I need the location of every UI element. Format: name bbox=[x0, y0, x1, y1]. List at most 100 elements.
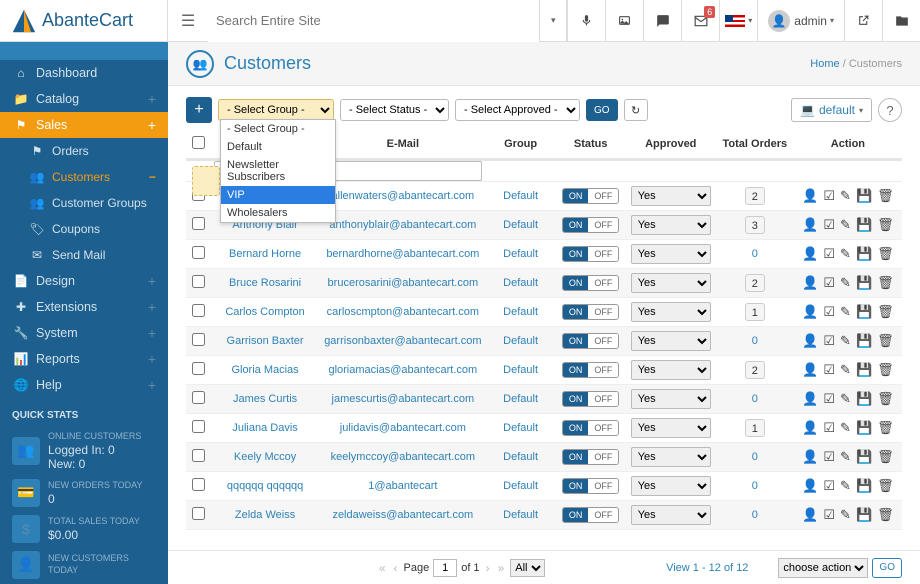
save-icon[interactable]: 💾 bbox=[856, 333, 872, 349]
orders-cell[interactable]: 0 bbox=[716, 327, 794, 356]
view-default-button[interactable]: 💻default▾ bbox=[791, 98, 872, 122]
approved-select[interactable]: Yes bbox=[631, 186, 711, 206]
group-opt-0[interactable]: - Select Group - bbox=[221, 120, 335, 138]
orders-cell[interactable]: 2 bbox=[716, 269, 794, 298]
edit-icon[interactable]: ✎ bbox=[840, 304, 851, 320]
customer-name-link[interactable]: Keely Mccoy bbox=[234, 451, 296, 463]
search-dropdown-toggle[interactable]: ▾ bbox=[539, 0, 567, 42]
edit-icon[interactable]: ✎ bbox=[840, 333, 851, 349]
approve-icon[interactable]: ☑ bbox=[823, 362, 835, 378]
row-checkbox[interactable] bbox=[192, 478, 205, 491]
bulk-action-select[interactable]: choose action.. bbox=[778, 558, 868, 578]
user-icon[interactable]: 👤 bbox=[802, 333, 818, 349]
save-icon[interactable]: 💾 bbox=[856, 449, 872, 465]
delete-icon[interactable]: 🗑 bbox=[877, 217, 894, 233]
customer-name-link[interactable]: Juliana Davis bbox=[232, 422, 297, 434]
sidebar-item-help[interactable]: 🌐Help+ bbox=[0, 372, 168, 398]
row-checkbox[interactable] bbox=[192, 333, 205, 346]
customer-group-link[interactable]: Default bbox=[503, 422, 538, 434]
row-checkbox[interactable] bbox=[192, 391, 205, 404]
customer-name-link[interactable]: Garrison Baxter bbox=[227, 335, 304, 347]
customer-group-link[interactable]: Default bbox=[503, 364, 538, 376]
pager-prev[interactable]: ‹ bbox=[392, 561, 400, 575]
save-icon[interactable]: 💾 bbox=[856, 217, 872, 233]
row-checkbox[interactable] bbox=[192, 304, 205, 317]
orders-cell[interactable]: 1 bbox=[716, 298, 794, 327]
group-opt-3[interactable]: VIP bbox=[221, 186, 335, 204]
customer-group-link[interactable]: Default bbox=[503, 190, 538, 202]
delete-icon[interactable]: 🗑 bbox=[877, 391, 894, 407]
orders-cell[interactable]: 3 bbox=[716, 211, 794, 240]
approve-icon[interactable]: ☑ bbox=[823, 333, 835, 349]
approve-icon[interactable]: ☑ bbox=[823, 391, 835, 407]
approved-select[interactable]: Yes bbox=[631, 273, 711, 293]
edit-icon[interactable]: ✎ bbox=[840, 275, 851, 291]
delete-icon[interactable]: 🗑 bbox=[877, 333, 894, 349]
customer-group-link[interactable]: Default bbox=[503, 277, 538, 289]
save-icon[interactable]: 💾 bbox=[856, 507, 872, 523]
orders-cell[interactable]: 1 bbox=[716, 414, 794, 443]
status-toggle[interactable]: ONOFF bbox=[562, 246, 620, 262]
customer-name-link[interactable]: Bruce Rosarini bbox=[229, 277, 301, 289]
external-link-icon[interactable] bbox=[844, 0, 882, 42]
edit-icon[interactable]: ✎ bbox=[840, 478, 851, 494]
approved-select[interactable]: Yes bbox=[631, 360, 711, 380]
pager-page-input[interactable] bbox=[433, 559, 457, 577]
sidebar-item-orders[interactable]: ⚑Orders bbox=[0, 138, 168, 164]
delete-icon[interactable]: 🗑 bbox=[877, 507, 894, 523]
delete-icon[interactable]: 🗑 bbox=[877, 362, 894, 378]
approved-select[interactable]: - Select Approved - bbox=[455, 99, 580, 121]
status-toggle[interactable]: ONOFF bbox=[562, 420, 620, 436]
edit-icon[interactable]: ✎ bbox=[840, 449, 851, 465]
customer-name-link[interactable]: Bernard Horne bbox=[229, 248, 301, 260]
approved-select[interactable]: Yes bbox=[631, 331, 711, 351]
sidebar-item-sendmail[interactable]: ✉Send Mail bbox=[0, 242, 168, 268]
approved-select[interactable]: Yes bbox=[631, 447, 711, 467]
pager-perpage[interactable]: All bbox=[510, 559, 545, 577]
user-icon[interactable]: 👤 bbox=[802, 275, 818, 291]
approved-select[interactable]: Yes bbox=[631, 244, 711, 264]
customer-name-link[interactable]: qqqqqq qqqqqq bbox=[227, 480, 303, 492]
customer-name-link[interactable]: James Curtis bbox=[233, 393, 297, 405]
user-icon[interactable]: 👤 bbox=[802, 507, 818, 523]
group-opt-4[interactable]: Wholesalers bbox=[221, 204, 335, 222]
filter-email[interactable] bbox=[324, 161, 481, 181]
edit-icon[interactable]: ✎ bbox=[840, 217, 851, 233]
pager-first[interactable]: « bbox=[377, 561, 388, 575]
customer-group-link[interactable]: Default bbox=[503, 219, 538, 231]
customer-name-link[interactable]: Zelda Weiss bbox=[235, 509, 295, 521]
logo[interactable]: AbanteCart bbox=[0, 0, 168, 42]
approve-icon[interactable]: ☑ bbox=[823, 217, 835, 233]
customer-name-link[interactable]: Carlos Compton bbox=[225, 306, 304, 318]
delete-icon[interactable]: 🗑 bbox=[877, 275, 894, 291]
status-toggle[interactable]: ONOFF bbox=[562, 362, 620, 378]
save-icon[interactable]: 💾 bbox=[856, 304, 872, 320]
refresh-button[interactable]: ↻ bbox=[624, 99, 648, 121]
go-button[interactable]: GO bbox=[586, 99, 618, 121]
edit-icon[interactable]: ✎ bbox=[840, 420, 851, 436]
save-icon[interactable]: 💾 bbox=[856, 391, 872, 407]
delete-icon[interactable]: 🗑 bbox=[877, 304, 894, 320]
approved-select[interactable]: Yes bbox=[631, 476, 711, 496]
orders-cell[interactable]: 0 bbox=[716, 443, 794, 472]
status-toggle[interactable]: ONOFF bbox=[562, 188, 620, 204]
image-icon[interactable] bbox=[605, 0, 643, 42]
user-icon[interactable]: 👤 bbox=[802, 449, 818, 465]
approved-select[interactable]: Yes bbox=[631, 389, 711, 409]
status-toggle[interactable]: ONOFF bbox=[562, 333, 620, 349]
user-icon[interactable]: 👤 bbox=[802, 362, 818, 378]
row-checkbox[interactable] bbox=[192, 246, 205, 259]
customer-group-link[interactable]: Default bbox=[503, 248, 538, 260]
row-checkbox[interactable] bbox=[192, 217, 205, 230]
status-select[interactable]: - Select Status - bbox=[340, 99, 449, 121]
user-icon[interactable]: 👤 bbox=[802, 478, 818, 494]
save-icon[interactable]: 💾 bbox=[856, 362, 872, 378]
sidebar-item-customers[interactable]: 👥Customers− bbox=[0, 164, 168, 190]
status-toggle[interactable]: ONOFF bbox=[562, 275, 620, 291]
pager-last[interactable]: » bbox=[496, 561, 507, 575]
approve-icon[interactable]: ☑ bbox=[823, 188, 835, 204]
status-toggle[interactable]: ONOFF bbox=[562, 507, 620, 523]
row-checkbox[interactable] bbox=[192, 449, 205, 462]
user-menu[interactable]: 👤admin▾ bbox=[757, 0, 844, 42]
delete-icon[interactable]: 🗑 bbox=[877, 420, 894, 436]
